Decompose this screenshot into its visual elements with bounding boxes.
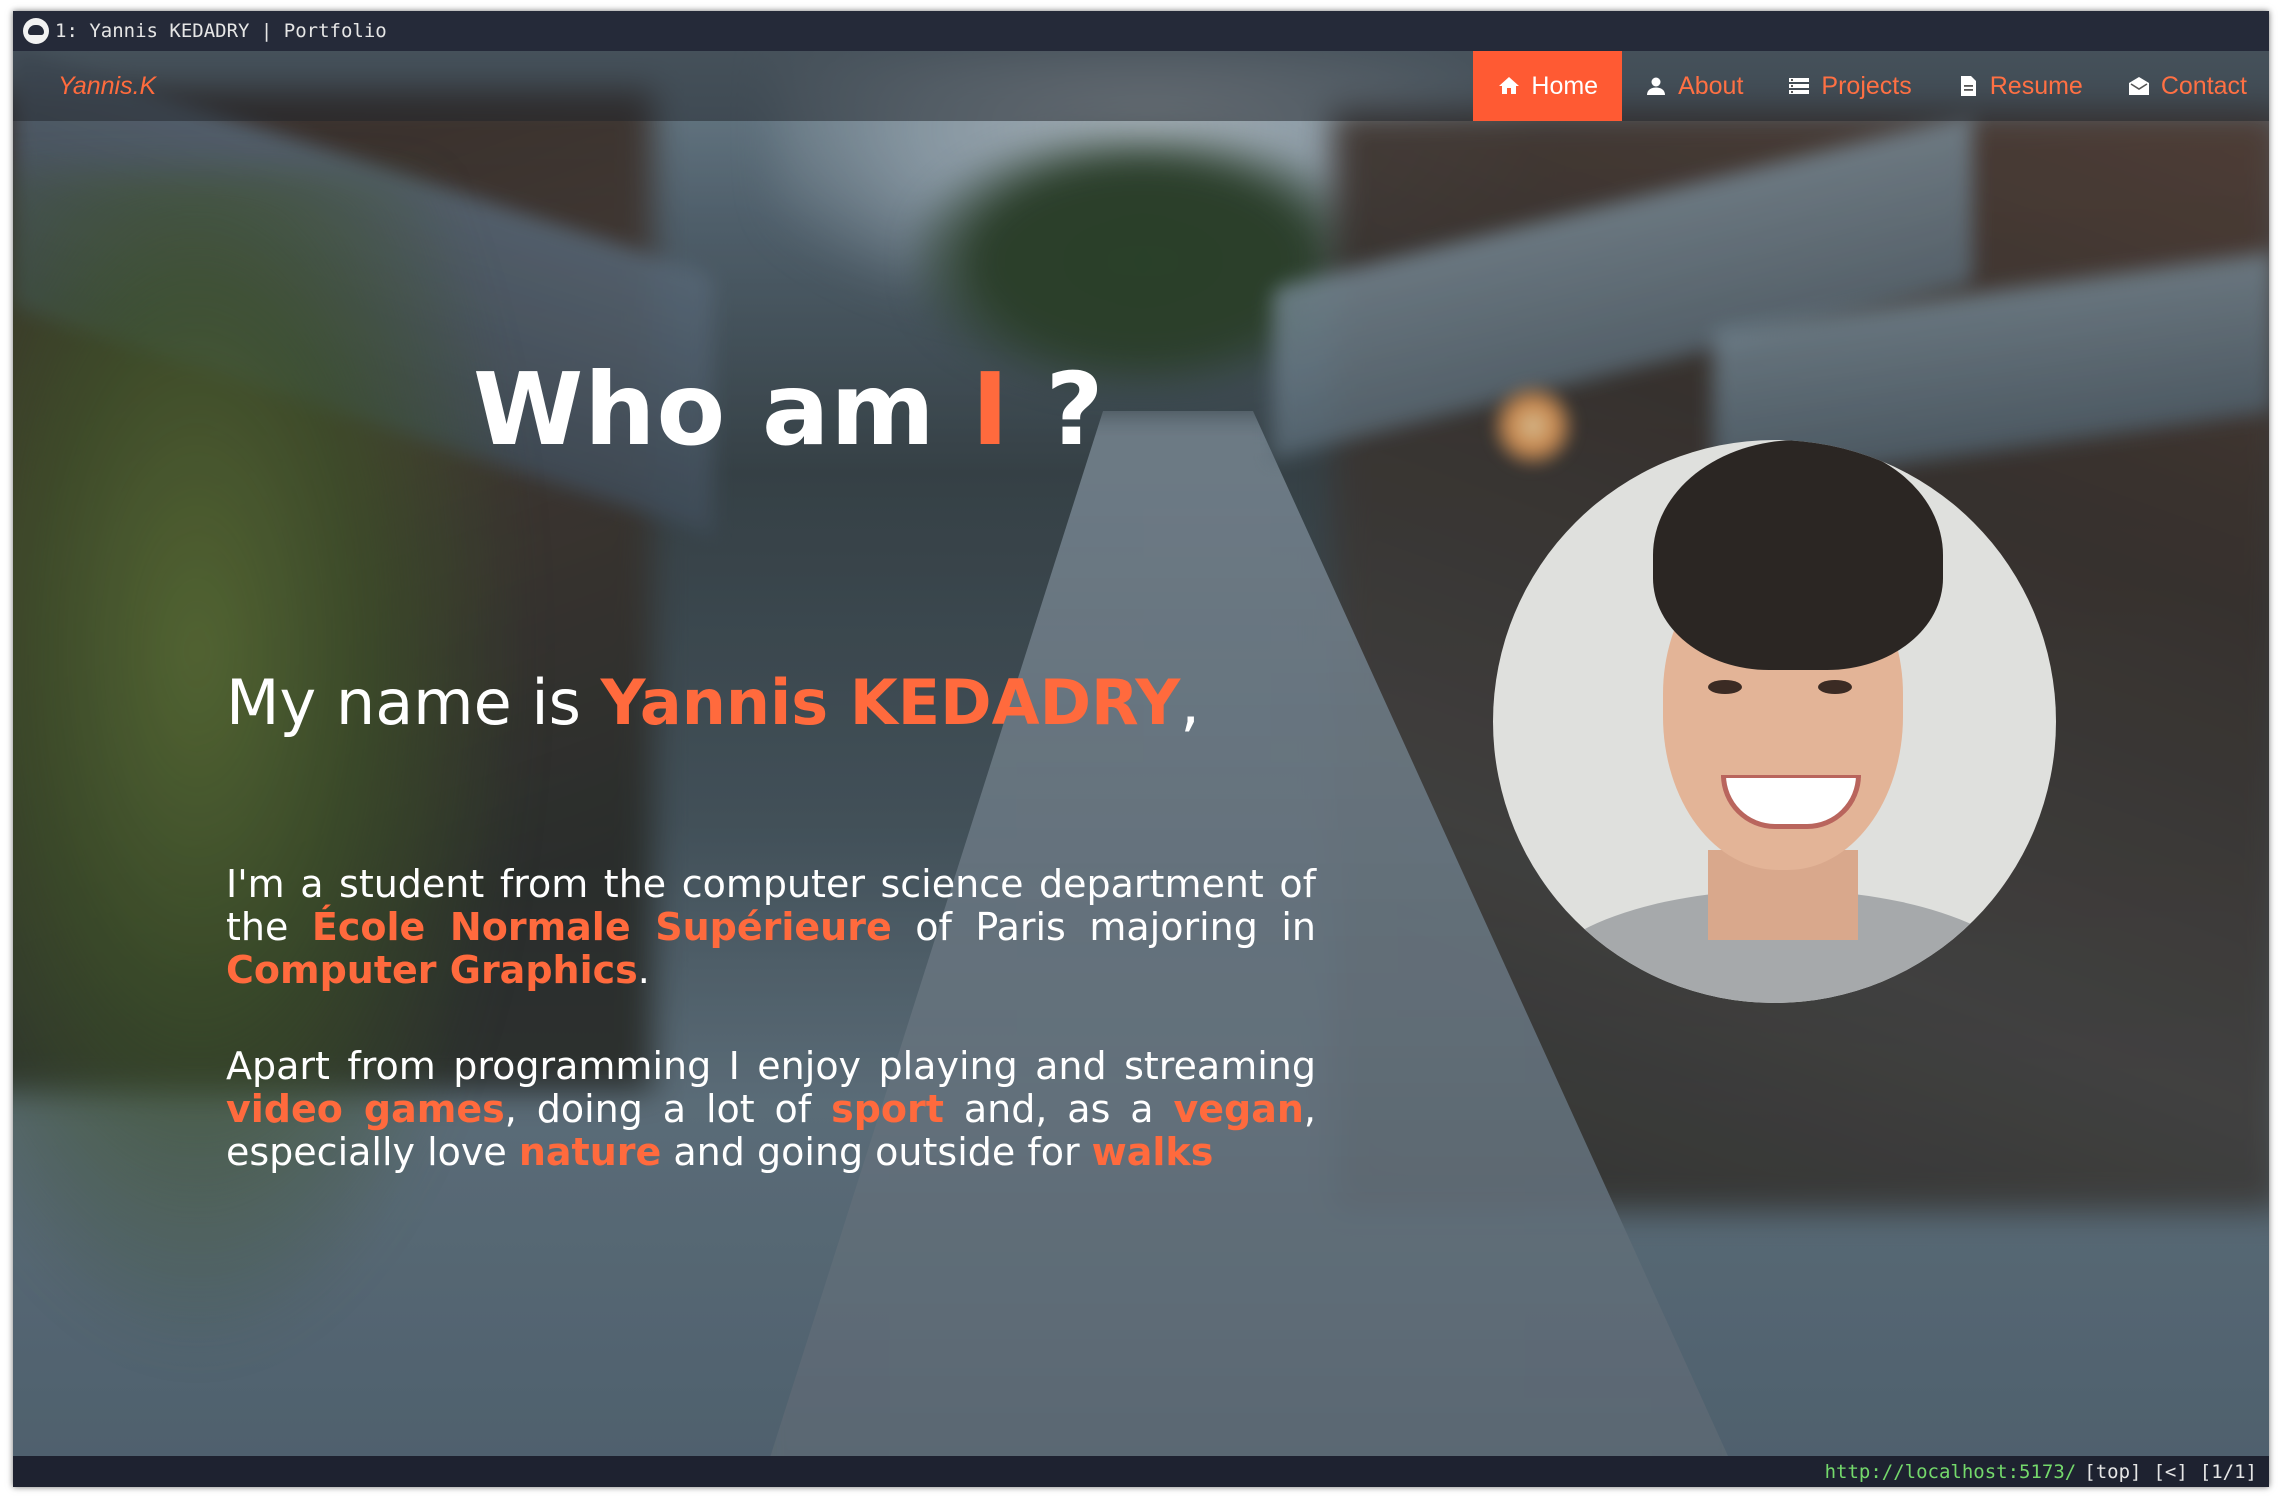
- nav-resume-link[interactable]: Resume: [1934, 51, 2105, 121]
- nav-resume-label: Resume: [1989, 71, 2083, 100]
- hobbies-paragraph: Apart from programming I enjoy playing a…: [226, 1045, 1316, 1174]
- hero-title: Who am I ?: [473, 351, 1105, 468]
- hobbies-text: and, as a: [943, 1087, 1174, 1131]
- hobbies-text: Apart from programming I enjoy playing a…: [226, 1044, 1316, 1088]
- status-scroll-position: [top]: [2084, 1460, 2142, 1483]
- hobby-highlight-sport: sport: [831, 1087, 944, 1131]
- browser-window: 1: Yannis KEDADRY | Portfolio Yannis.K H…: [13, 11, 2269, 1487]
- hobby-highlight-vegan: vegan: [1173, 1087, 1304, 1131]
- hobbies-text: , doing a lot of: [504, 1087, 832, 1131]
- intro-paragraph: I'm a student from the computer science …: [226, 863, 1316, 992]
- status-history: [<]: [2153, 1460, 2188, 1483]
- window-title: 1: Yannis KEDADRY | Portfolio: [55, 20, 387, 42]
- list-icon: [1789, 78, 1810, 94]
- intro-highlight-school: École Normale Supérieure: [311, 905, 892, 949]
- document-icon: [1960, 76, 1976, 96]
- hero-title-suffix: ?: [1009, 351, 1105, 468]
- user-icon: [1647, 77, 1666, 95]
- hobby-highlight-video-games: video games: [226, 1087, 505, 1131]
- profile-photo: [1493, 440, 2056, 1003]
- name-line: My name is Yannis KEDADRY,: [226, 666, 1200, 739]
- nav-about-label: About: [1678, 71, 1744, 100]
- intro-text: of Paris majoring in: [891, 905, 1316, 949]
- nav-home-link[interactable]: Home: [1473, 51, 1623, 121]
- name-suffix: ,: [1180, 666, 1201, 739]
- hobbies-text: and going outside for: [661, 1130, 1092, 1174]
- name-highlight: Yannis KEDADRY: [600, 666, 1181, 739]
- brand-logo-link[interactable]: Yannis.K: [58, 51, 156, 121]
- nav-links: Home About Projects Resume Contact: [1473, 51, 2269, 121]
- nav-home-label: Home: [1531, 71, 1599, 100]
- nav-contact-label: Contact: [2160, 71, 2247, 100]
- envelope-icon: [2128, 77, 2149, 95]
- intro-text: .: [637, 948, 650, 992]
- title-bar: 1: Yannis KEDADRY | Portfolio: [13, 11, 2269, 51]
- browser-app-icon: [23, 18, 49, 44]
- intro-highlight-major: Computer Graphics: [226, 948, 638, 992]
- nav-contact-link[interactable]: Contact: [2105, 51, 2269, 121]
- hobby-highlight-nature: nature: [518, 1130, 662, 1174]
- status-tab-count: [1/1]: [2199, 1460, 2257, 1483]
- hobby-highlight-walks: walks: [1091, 1130, 1214, 1174]
- status-bar: http://localhost:5173/ [top] [<] [1/1]: [13, 1456, 2269, 1487]
- nav-projects-link[interactable]: Projects: [1765, 51, 1933, 121]
- navbar: Yannis.K Home About Projects Resume Cont…: [13, 51, 2269, 121]
- page-viewport[interactable]: Yannis.K Home About Projects Resume Cont…: [13, 51, 2269, 1456]
- name-prefix: My name is: [226, 666, 601, 739]
- status-url: http://localhost:5173/: [1824, 1460, 2077, 1483]
- home-icon: [1499, 77, 1520, 94]
- hero-title-highlight: I: [971, 351, 1010, 468]
- hero-title-prefix: Who am: [473, 351, 972, 468]
- nav-projects-label: Projects: [1821, 71, 1912, 100]
- nav-about-link[interactable]: About: [1622, 51, 1765, 121]
